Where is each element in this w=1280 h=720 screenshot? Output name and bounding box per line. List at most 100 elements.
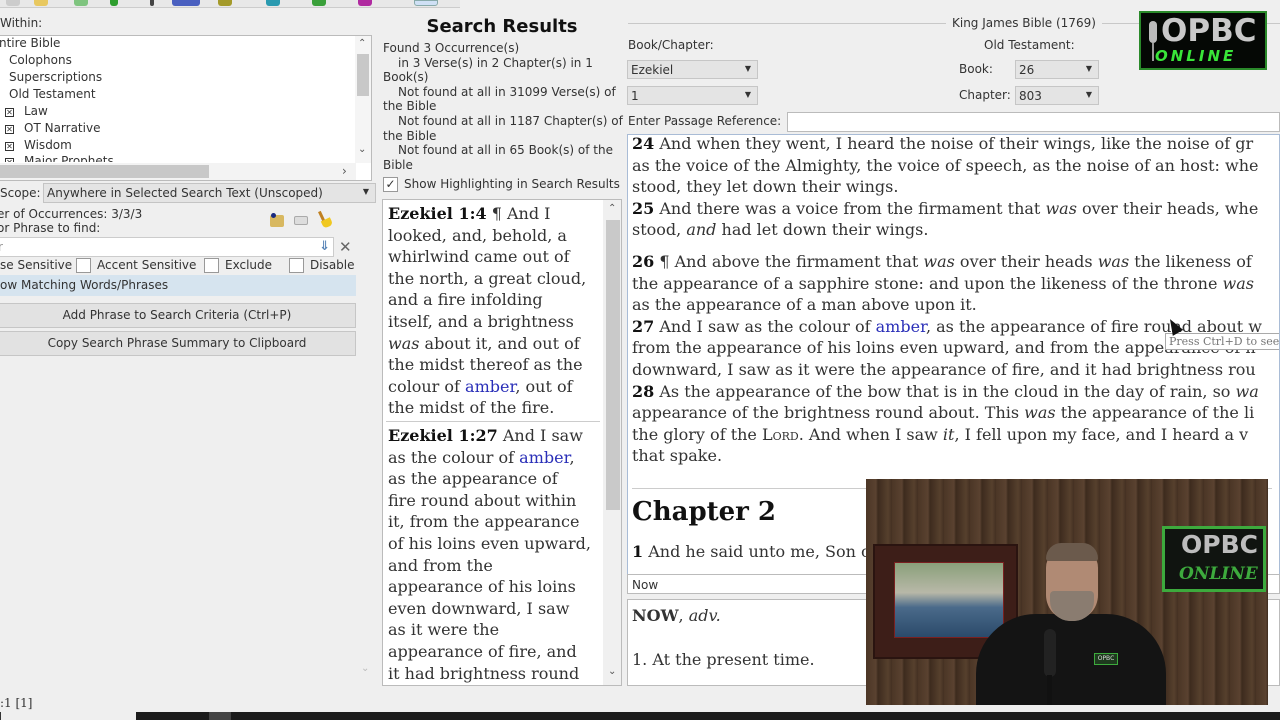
verse-text: had let down their wings.	[716, 220, 929, 240]
results-list[interactable]: Ezekiel 1:4 ¶ And I looked, and, behold,…	[382, 199, 622, 686]
tree-item-law[interactable]: ✕ Law	[5, 104, 48, 118]
scrollbar-thumb[interactable]	[357, 54, 369, 96]
dropdown-caret-icon: ▼	[744, 90, 751, 99]
italic-word: was	[1045, 198, 1077, 218]
tree-item-ot-narrative[interactable]: ✕ OT Narrative	[5, 121, 100, 135]
tree-item-wisdom[interactable]: ✕ Wisdom	[5, 138, 72, 152]
result-text: it, from the appearance	[388, 512, 580, 532]
checkbox-checked-icon[interactable]: ✕	[5, 108, 14, 117]
chapter-dropdown[interactable]: 1 ▼	[627, 86, 758, 105]
result-item[interactable]: Ezekiel 1:4 ¶ And I looked, and, behold,…	[388, 203, 600, 419]
tree-item-colophons[interactable]: Colophons	[9, 53, 72, 67]
verse-text: , I fell upon my face, and I heard a v	[954, 424, 1249, 444]
highlighter-magenta-icon[interactable]	[358, 0, 372, 6]
scrollbar-thumb[interactable]	[0, 165, 209, 178]
webcam-overlay: OPBC ONLINE OPBC	[866, 479, 1268, 705]
results-scrollbar[interactable]: ⌃ ⌄	[603, 200, 621, 685]
add-phrase-button[interactable]: Add Phrase to Search Criteria (Ctrl+P)	[0, 303, 356, 328]
summary-line: Book(s)	[383, 70, 429, 85]
checkbox-checked-icon[interactable]: ✕	[5, 158, 14, 162]
microphone-icon	[1044, 629, 1056, 677]
result-text: And I saw	[502, 426, 583, 445]
book-dropdown[interactable]: Ezekiel ▼	[627, 60, 758, 79]
dictionary-entry: NOW, adv.	[632, 606, 721, 625]
show-highlighting-checkbox[interactable]: ✓	[383, 177, 398, 192]
chevron-right-icon[interactable]: ›	[342, 164, 347, 178]
tree-item-entire-bible[interactable]: ntire Bible	[0, 36, 60, 50]
clear-icon[interactable]: ✕	[339, 238, 352, 256]
search-scope-tree[interactable]: ntire Bible Colophons Superscriptions Ol…	[0, 35, 372, 181]
copy-summary-button[interactable]: Copy Search Phrase Summary to Clipboard	[0, 331, 356, 356]
verse-text: ¶ And above the firmament that	[659, 252, 924, 271]
chapter-number-dropdown[interactable]: 803 ▼	[1015, 86, 1099, 105]
chevron-down-icon[interactable]: ⌄	[358, 144, 366, 155]
tree-horizontal-scrollbar[interactable]: ›	[0, 163, 356, 180]
toolbar-icon-1[interactable]	[6, 0, 20, 6]
result-text: the north, a great cloud,	[388, 268, 587, 288]
result-text: fire round about within	[388, 490, 577, 510]
show-highlighting-label: Show Highlighting in Search Results	[404, 177, 620, 191]
window-icon[interactable]	[414, 0, 438, 6]
dropdown-caret-icon: ▼	[1085, 64, 1092, 73]
taskbar-input[interactable]	[0, 712, 136, 720]
phrase-input[interactable]: r ⇓	[0, 237, 334, 257]
highlighter-green-icon[interactable]	[312, 0, 326, 6]
chevron-down-icon[interactable]: ⌄	[361, 663, 369, 674]
tree-item-old-testament[interactable]: Old Testament	[9, 87, 96, 101]
summary-line: Not found at all in 1187 Chapter(s) of	[398, 113, 623, 128]
verse-line: stood, and had let down their wings.	[632, 219, 1279, 241]
toolbar-icon-3[interactable]	[74, 0, 88, 6]
scope-dropdown[interactable]: Anywhere in Selected Search Text (Unscop…	[43, 183, 376, 203]
result-ref[interactable]: Ezekiel 1:4	[388, 204, 487, 223]
book-value: Ezekiel	[631, 63, 674, 77]
scope-label: Scope:	[0, 186, 41, 200]
checkbox-checked-icon[interactable]: ✕	[5, 125, 14, 134]
open-folder-icon[interactable]	[270, 213, 284, 227]
verse-number: 25	[632, 198, 655, 218]
within-label: Within:	[0, 16, 43, 30]
tree-item-major-prophets[interactable]: ✕ Major Prophets	[5, 154, 114, 162]
result-text: ,	[569, 447, 575, 467]
chevron-up-icon[interactable]: ⌃	[608, 203, 616, 214]
result-text: even downward, I saw	[388, 598, 570, 618]
opbc-sign: OPBC ONLINE	[1162, 526, 1266, 592]
verse-text: And I saw as the colour of	[659, 316, 876, 336]
result-text: as it were the	[388, 620, 500, 640]
chevron-up-icon[interactable]: ⌃	[358, 38, 366, 49]
presenter-hair	[1046, 543, 1098, 561]
italic-word: was	[923, 252, 955, 271]
scrollbar-thumb[interactable]	[606, 220, 620, 510]
highlighter-cyan-icon[interactable]	[266, 0, 280, 6]
checkbox-checked-icon[interactable]: ✕	[5, 142, 14, 151]
chevron-down-icon[interactable]: ⌄	[608, 666, 616, 677]
disable-checkbox[interactable]	[289, 258, 304, 273]
result-text: of his loins even upward,	[388, 533, 591, 553]
notebook-icon[interactable]	[172, 0, 200, 6]
folder-icon[interactable]	[294, 216, 308, 225]
result-ref[interactable]: Ezekiel 1:27	[388, 426, 498, 445]
broom-icon[interactable]	[318, 210, 334, 229]
result-item[interactable]: Ezekiel 1:27 And I saw as the colour of …	[388, 425, 600, 684]
forward-icon[interactable]	[150, 0, 154, 6]
result-text: appearance of fire, and	[388, 641, 577, 661]
exclude-checkbox[interactable]	[204, 258, 219, 273]
results-title: Search Results	[426, 16, 578, 37]
accent-sensitive-checkbox[interactable]	[76, 258, 91, 273]
taskbar-item[interactable]	[209, 712, 231, 720]
show-matching-toggle[interactable]: ow Matching Words/Phrases	[0, 275, 356, 296]
highlighter-yellow-icon[interactable]	[218, 0, 232, 6]
italic-word: was	[1024, 403, 1056, 423]
book-chapter-label: Book/Chapter:	[628, 38, 714, 52]
tree-item-superscriptions[interactable]: Superscriptions	[9, 70, 102, 84]
book-number-dropdown[interactable]: 26 ▼	[1015, 60, 1099, 79]
download-arrow-icon[interactable]: ⇓	[319, 239, 330, 254]
back-arrow-icon[interactable]	[110, 0, 118, 6]
tree-vertical-scrollbar[interactable]: ⌃ ⌄	[355, 36, 371, 163]
verse-text: the appearance of a sapphire stone: and …	[632, 273, 1223, 293]
left-panel-scrollbar[interactable]: ⌄	[357, 203, 376, 685]
verse-line: stood, they let down their wings.	[632, 177, 899, 197]
case-sensitive-label: se Sensitive	[0, 258, 73, 272]
summary-line: in 3 Verse(s) in 2 Chapter(s) in 1	[398, 55, 593, 70]
toolbar-icon-2[interactable]	[34, 0, 48, 6]
passage-reference-input[interactable]	[787, 112, 1280, 132]
